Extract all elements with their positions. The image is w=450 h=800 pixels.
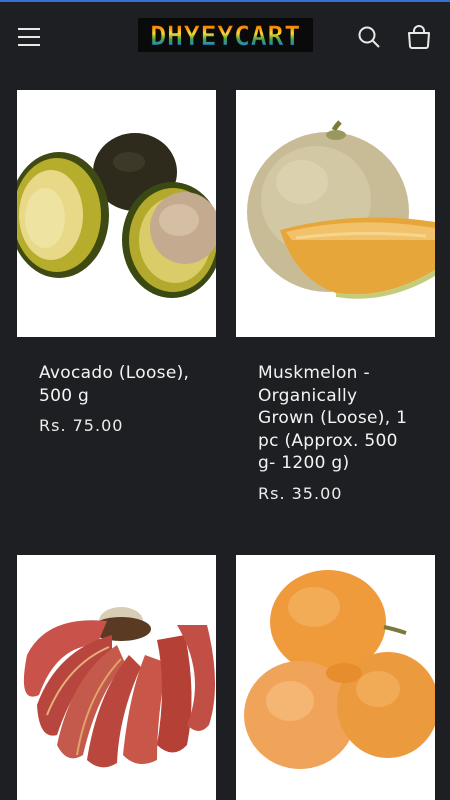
product-image-muskmelon[interactable] [236, 90, 435, 337]
product-title[interactable]: Avocado (Loose), 500 g [17, 362, 216, 407]
cart-icon [408, 25, 430, 49]
product-card[interactable]: Avocado (Loose), 500 g Rs. 75.00 [17, 90, 216, 435]
search-button[interactable] [354, 22, 384, 52]
site-logo[interactable]: DHYEYCART [138, 18, 313, 52]
menu-icon [18, 28, 40, 46]
product-card[interactable] [236, 555, 435, 800]
product-card[interactable] [17, 555, 216, 800]
product-image-red-bananas[interactable] [17, 555, 216, 800]
product-card[interactable]: Muskmelon - Organically Grown (Loose), 1… [236, 90, 435, 503]
menu-button[interactable] [14, 22, 44, 52]
search-icon [358, 26, 380, 48]
svg-text:DHYEYCART: DHYEYCART [150, 21, 301, 50]
product-price: Rs. 35.00 [258, 483, 343, 503]
cart-button[interactable] [404, 22, 434, 52]
product-image-avocado[interactable] [17, 90, 216, 337]
product-image-oranges[interactable] [236, 555, 435, 800]
product-title[interactable]: Muskmelon - Organically Grown (Loose), 1… [236, 362, 435, 475]
product-price: Rs. 75.00 [39, 416, 124, 435]
logo-wordmark: DHYEYCART [150, 21, 301, 50]
